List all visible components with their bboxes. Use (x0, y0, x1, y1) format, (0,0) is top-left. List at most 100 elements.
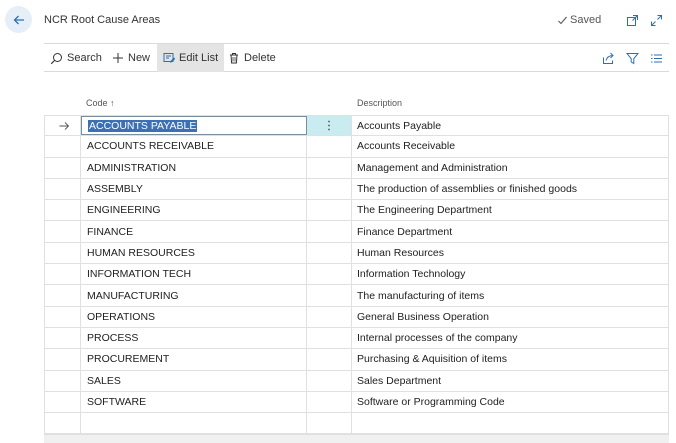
code-cell[interactable]: ACCOUNTS PAYABLE (81, 116, 307, 136)
row-selector[interactable] (44, 116, 81, 136)
saved-status: Saved (557, 14, 601, 26)
table-row[interactable]: SALES Sales Department (44, 370, 669, 392)
description-cell[interactable]: Management and Administration (352, 157, 669, 178)
code-cell[interactable]: HUMAN RESOURCES (81, 242, 307, 264)
code-cell[interactable]: ENGINEERING (81, 200, 307, 221)
row-menu-cell (307, 306, 352, 327)
row-menu-cell (307, 264, 352, 285)
filter-button[interactable] (625, 51, 639, 65)
table-row[interactable]: INFORMATION TECH Information Technology (44, 264, 669, 286)
row-selector[interactable] (44, 178, 81, 200)
row-selector[interactable] (44, 200, 81, 221)
code-cell[interactable]: SALES (81, 370, 307, 391)
description-cell[interactable]: Information Technology (352, 264, 669, 285)
share-button[interactable] (601, 51, 615, 65)
table-row[interactable]: ACCOUNTS RECEIVABLE Accounts Receivable (44, 136, 669, 158)
table-row[interactable]: MANUFACTURING The manufacturing of items (44, 285, 669, 307)
table-row[interactable]: PROCESS Internal processes of the company (44, 327, 669, 350)
search-icon (50, 52, 62, 64)
row-selector[interactable] (44, 391, 81, 413)
row-menu-cell (307, 178, 352, 200)
action-toolbar: Search New Edit List Delete (44, 43, 669, 72)
row-selector[interactable] (44, 136, 81, 157)
code-cell[interactable]: MANUFACTURING (81, 285, 307, 306)
plus-icon (113, 53, 123, 63)
table-row[interactable]: OPERATIONS General Business Operation (44, 306, 669, 328)
table-row[interactable]: ASSEMBLY The production of assemblies or … (44, 178, 669, 201)
trash-icon (230, 53, 238, 64)
description-cell[interactable]: Accounts Payable (352, 116, 669, 136)
description-cell[interactable]: Sales Department (352, 370, 669, 391)
code-cell[interactable]: INFORMATION TECH (81, 264, 307, 285)
code-cell[interactable]: FINANCE (81, 221, 307, 242)
code-cell[interactable]: ACCOUNTS RECEIVABLE (81, 136, 307, 157)
description-cell[interactable]: The Engineering Department (352, 200, 669, 221)
list-view-icon (650, 53, 662, 63)
page-title: NCR Root Cause Areas (44, 14, 161, 26)
delete-label: Delete (244, 52, 276, 64)
row-selector[interactable] (44, 306, 81, 327)
description-cell[interactable]: Accounts Receivable (352, 136, 669, 157)
grid-footer (44, 434, 669, 443)
table-row[interactable]: PROCUREMENT Purchasing & Aquisition of it… (44, 349, 669, 371)
description-cell[interactable]: Software or Programming Code (352, 391, 669, 413)
edit-list-button[interactable]: Edit List (157, 44, 225, 72)
table-row[interactable]: HUMAN RESOURCES Human Resources (44, 242, 669, 265)
data-grid: ACCOUNTS PAYABLE Accounts Payable ACCOUNTS… (44, 115, 669, 435)
table-row[interactable]: SOFTWARE Software or Programming Code (44, 391, 669, 414)
description-cell[interactable] (352, 413, 669, 434)
table-row[interactable]: ADMINISTRATION Management and Administrat… (44, 157, 669, 179)
table-row[interactable]: FINANCE Finance Department (44, 221, 669, 243)
row-selector[interactable] (44, 413, 81, 434)
code-text: SALES (87, 374, 121, 387)
row-menu-cell (307, 327, 352, 349)
search-button[interactable]: Search (50, 44, 102, 72)
row-menu-cell[interactable] (307, 116, 352, 136)
code-cell[interactable]: PROCUREMENT (81, 349, 307, 370)
back-arrow-icon (13, 15, 24, 24)
column-header-code[interactable]: Code ↑ (86, 98, 115, 108)
list-view-button[interactable] (649, 51, 663, 65)
description-cell[interactable]: Finance Department (352, 221, 669, 242)
open-new-window-icon (626, 14, 638, 26)
description-cell[interactable]: General Business Operation (352, 306, 669, 327)
new-button[interactable]: New (112, 44, 150, 72)
row-selector[interactable] (44, 264, 81, 285)
code-text: ADMINISTRATION (87, 161, 177, 174)
description-cell[interactable]: The production of assemblies or finished… (352, 178, 669, 200)
row-menu-cell (307, 349, 352, 370)
row-selector[interactable] (44, 349, 81, 370)
row-selector[interactable] (44, 242, 81, 264)
code-text: MANUFACTURING (87, 289, 179, 302)
open-new-window-button[interactable] (625, 13, 639, 27)
code-text: PROCUREMENT (87, 353, 170, 366)
row-selector[interactable] (44, 370, 81, 391)
description-cell[interactable]: Purchasing & Aquisition of items (352, 349, 669, 370)
row-selector[interactable] (44, 327, 81, 349)
code-text: ASSEMBLY (87, 183, 143, 196)
code-cell[interactable]: ASSEMBLY (81, 178, 307, 200)
table-row[interactable]: ENGINEERING The Engineering Department (44, 200, 669, 222)
description-cell[interactable]: The manufacturing of items (352, 285, 669, 306)
delete-button[interactable]: Delete (228, 44, 276, 72)
code-text: INFORMATION TECH (87, 268, 192, 281)
code-cell[interactable]: PROCESS (81, 327, 307, 349)
row-selector[interactable] (44, 221, 81, 242)
more-options-icon (328, 120, 330, 131)
table-row[interactable]: ACCOUNTS PAYABLE Accounts Payable (44, 115, 669, 137)
row-menu-cell (307, 200, 352, 221)
description-cell[interactable]: Internal processes of the company (352, 327, 669, 349)
row-selector[interactable] (44, 157, 81, 178)
check-icon (558, 16, 567, 24)
back-button[interactable] (5, 6, 32, 33)
description-cell[interactable]: Human Resources (352, 242, 669, 264)
code-cell[interactable]: SOFTWARE (81, 391, 307, 413)
column-header-description[interactable]: Description (357, 98, 402, 108)
expand-button[interactable] (649, 13, 663, 27)
row-selector[interactable] (44, 285, 81, 306)
code-cell[interactable]: ADMINISTRATION (81, 157, 307, 178)
code-cell[interactable]: OPERATIONS (81, 306, 307, 327)
edit-list-label: Edit List (179, 52, 219, 64)
table-row[interactable] (44, 413, 669, 435)
code-cell[interactable] (81, 413, 307, 434)
